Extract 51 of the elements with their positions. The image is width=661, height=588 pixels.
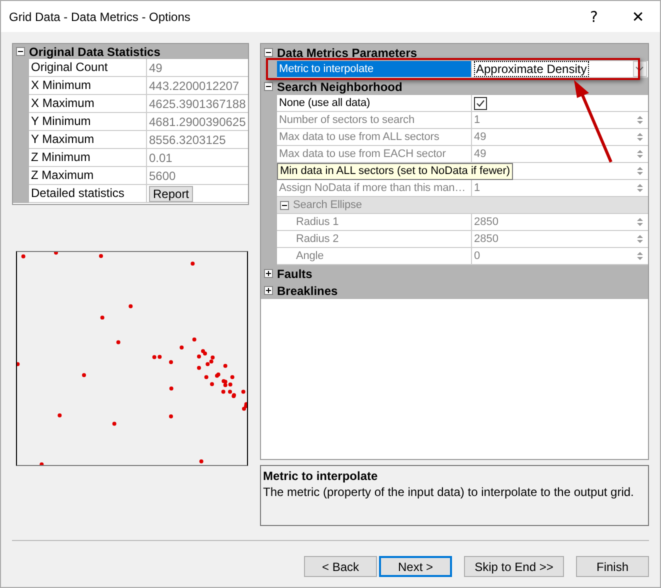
wizard-button[interactable]: Next > [379,556,452,577]
description-text: The metric (property of the input data) to interpolate to the output grid. [263,485,635,499]
section-title: Breaklines [277,284,338,298]
expander-icon[interactable] [264,286,273,295]
expander-icon[interactable] [264,269,273,278]
property-value: 0.01 [149,150,172,164]
tooltip: Min data in ALL sectors (set to NoData if fewer) [277,163,514,180]
property-label: Z Maximum [29,167,147,185]
wizard-button[interactable]: Skip to End >> [464,556,564,577]
collapse-icon[interactable] [16,47,25,56]
property-label: Z Minimum [29,149,147,167]
property-label: Y Minimum [29,113,147,131]
property-label: X Maximum [29,95,147,113]
property-value: 49 [149,60,162,74]
dropdown-field[interactable]: Approximate Density [474,61,589,77]
section-title: Original Data Statistics [29,44,160,58]
property-label: Radius 1 [296,216,339,228]
wizard-button[interactable]: < Back [304,556,377,577]
section-title: Faults [277,266,312,280]
section-title: Search Neighborhood [277,80,402,94]
wizard-button[interactable]: Finish [576,556,649,577]
expander-icon[interactable] [264,48,273,57]
checkbox[interactable] [474,96,487,110]
property-label: X Minimum [29,77,147,95]
group-label: Search Ellipse [293,199,362,211]
property-value: 5600 [149,168,176,182]
property-label: Assign NoData if more than this man… [279,182,466,194]
property-value: 443.2200012207 [149,78,240,92]
section-title: Data Metrics Parameters [277,46,418,60]
expander-icon[interactable] [264,82,273,91]
property-label: Metric to interpolate [279,63,374,75]
property-label: Detailed statistics [29,185,147,203]
property-label: Max data to use from ALL sectors [279,131,440,143]
property-value: 8556.3203125 [149,132,226,146]
property-label: Original Count [29,59,147,77]
property-label: Radius 2 [296,233,339,245]
label-cell[interactable]: Metric to interpolate [277,61,472,78]
help-button[interactable]: ? [572,1,616,32]
close-button[interactable]: ✕ [616,1,660,32]
property-label: Number of sectors to search [279,114,414,126]
report-button[interactable]: Report [149,186,194,202]
window-title: Grid Data - Data Metrics - Options [9,10,192,24]
caret-icon [635,66,644,72]
description-title: Metric to interpolate [263,469,379,483]
property-label: Angle [296,250,324,262]
property-label: None (use all data) [279,97,370,109]
property-value: 4681.2900390625 [149,114,246,128]
property-value: 4625.3901367188 [149,96,246,110]
property-label: Y Maximum [29,131,147,149]
label-cell[interactable]: None (use all data) [277,95,472,112]
property-label: Max data to use from EACH sector [279,148,446,160]
